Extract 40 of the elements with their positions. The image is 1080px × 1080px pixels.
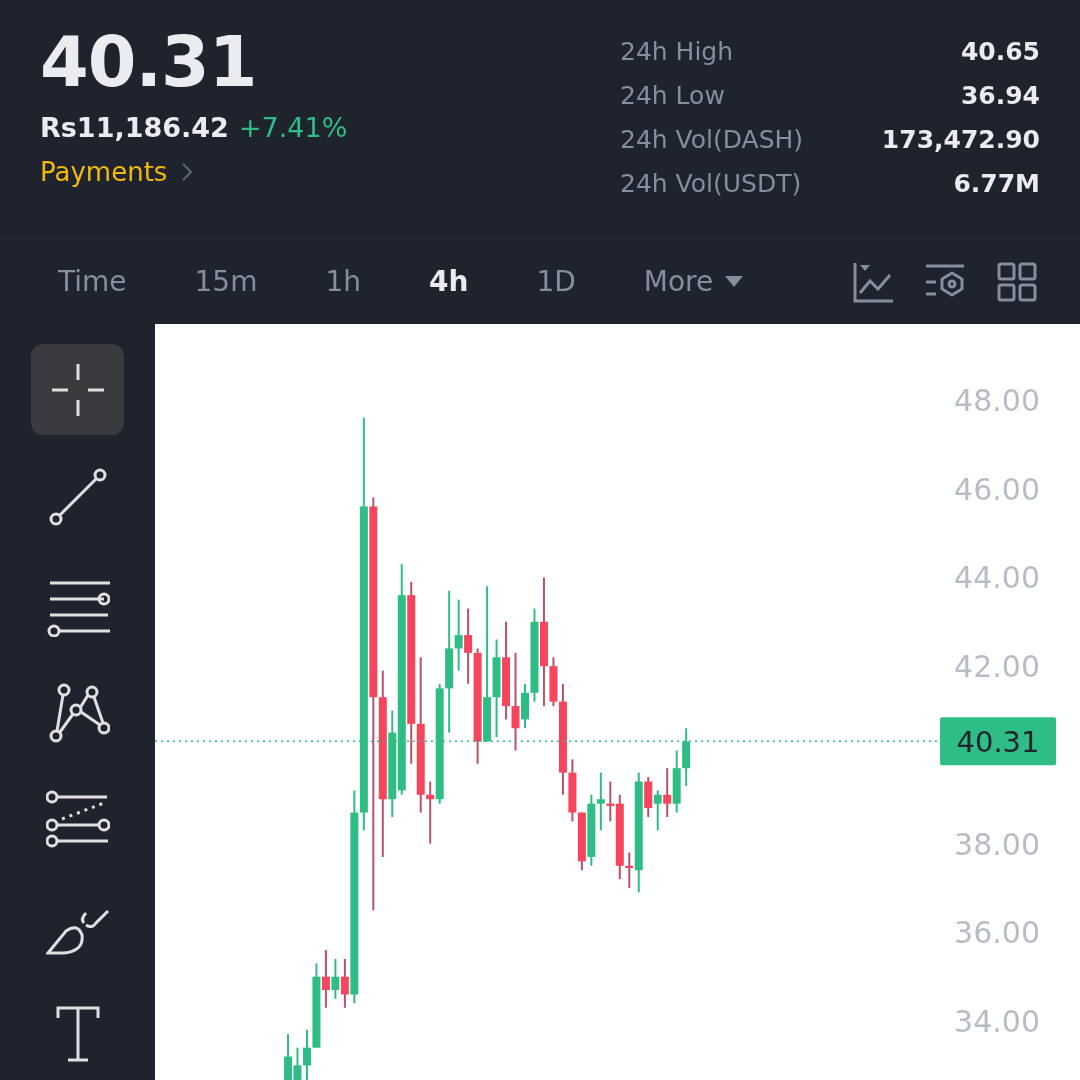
interval-tab[interactable]: 4h (409, 265, 489, 298)
interval-tab[interactable]: 1h (305, 265, 381, 298)
candlestick (577, 811, 586, 872)
stat-value: 6.77M (952, 168, 1040, 200)
y-axis-label: 44.00 (954, 560, 1040, 596)
candlestick (331, 957, 340, 1000)
last-price: 40.31 (40, 22, 258, 102)
stat-value: 36.94 (959, 80, 1040, 112)
caret-down-icon (725, 275, 744, 288)
candlestick (682, 727, 691, 787)
candlestick (596, 771, 605, 832)
y-axis-label: 48.00 (954, 383, 1040, 418)
candlestick (672, 749, 681, 814)
stat-label: 24h High (620, 36, 735, 68)
y-axis-label: 46.00 (954, 471, 1040, 507)
drawing-tool-button[interactable] (31, 344, 124, 436)
y-axis-label: 38.00 (954, 826, 1040, 862)
chart-tool-button[interactable] (852, 260, 894, 303)
chevron-right-icon (181, 162, 194, 182)
candlestick (653, 789, 662, 832)
stat-label: 24h Vol(DASH) (620, 124, 805, 156)
y-axis-label: 42.00 (954, 649, 1040, 685)
candlestick (663, 767, 672, 818)
fiat-price: Rs11,186.42 (40, 112, 229, 143)
category-link[interactable]: Payments (40, 157, 168, 187)
line-chart-icon (852, 260, 894, 303)
more-dropdown[interactable]: More (623, 265, 764, 298)
grid-layout-icon (996, 260, 1038, 303)
y-axis-label: 36.00 (954, 915, 1040, 951)
stat-value: 173,472.90 (880, 124, 1040, 156)
interval-tab[interactable]: 15m (174, 265, 278, 298)
last-price-tag: 40.31 (940, 717, 1056, 766)
y-axis-label: 34.00 (954, 1004, 1040, 1040)
stat-value: 40.65 (959, 36, 1040, 68)
stat-label: 24h Vol(USDT) (620, 168, 803, 200)
chart-tool-button[interactable] (996, 260, 1038, 303)
interval-tab[interactable]: Time (38, 265, 147, 298)
price-change: +7.41% (238, 112, 348, 143)
stat-label: 24h Low (620, 80, 726, 112)
interval-tab[interactable]: 1D (516, 265, 596, 298)
